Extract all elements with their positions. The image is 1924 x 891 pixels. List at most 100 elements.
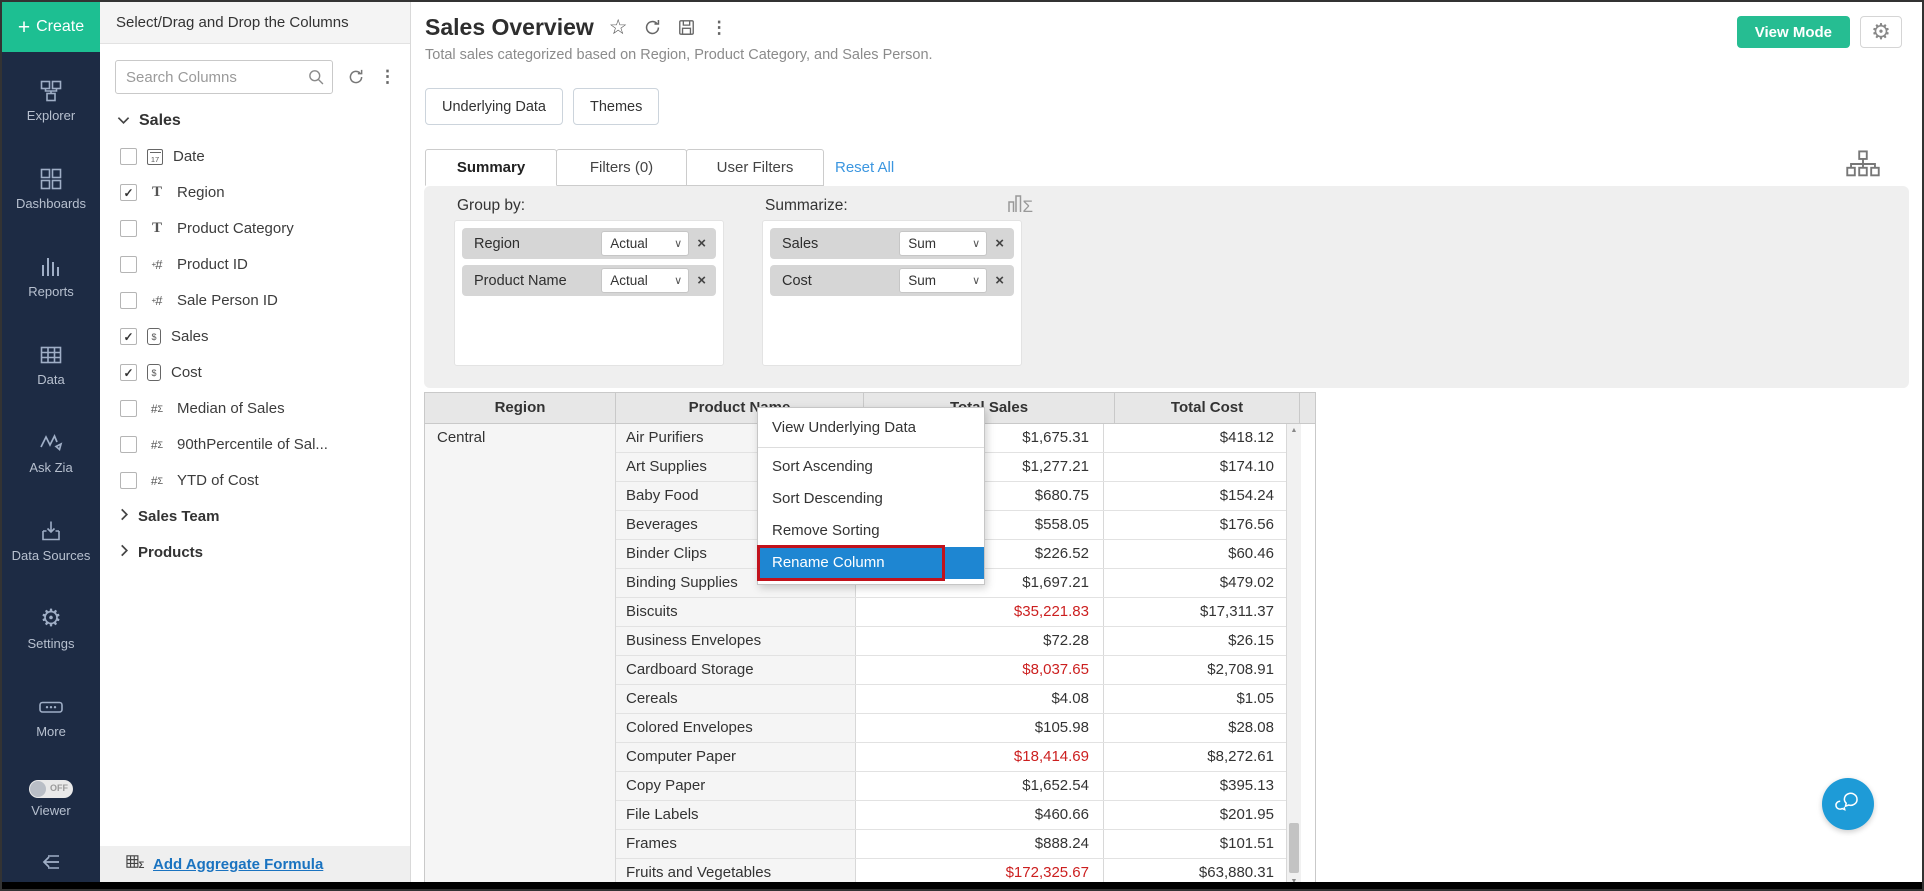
total-sales-cell[interactable]: $105.98 [856, 714, 1104, 742]
total-cost-cell[interactable]: $176.56 [1104, 511, 1286, 539]
total-cost-cell[interactable]: $154.24 [1104, 482, 1286, 510]
chat-support-button[interactable] [1822, 778, 1874, 830]
table-group-sales[interactable]: Sales [117, 112, 410, 130]
table-row[interactable]: Cereals$4.08$1.05 [616, 685, 1286, 714]
checkbox-unchecked[interactable] [120, 472, 137, 489]
total-cost-cell[interactable]: $479.02 [1104, 569, 1286, 597]
themes-button[interactable]: Themes [573, 88, 659, 125]
tab-summary[interactable]: Summary [425, 149, 557, 186]
checkbox-checked[interactable]: ✓ [120, 328, 137, 345]
tab-filters-0[interactable]: Filters (0) [556, 149, 687, 186]
column-item-90thpercentile-of-sal[interactable]: #Σ90thPercentile of Sal... [120, 433, 410, 456]
total-cost-cell[interactable]: $8,272.61 [1104, 743, 1286, 771]
total-cost-cell[interactable]: $174.10 [1104, 453, 1286, 481]
product-name-cell[interactable]: File Labels [616, 801, 856, 829]
menu-item-view-underlying-data[interactable]: View Underlying Data [758, 412, 984, 444]
column-item-sales[interactable]: ✓$Sales [120, 325, 410, 348]
group-by-chip-product-name[interactable]: Product NameActual∨× [462, 265, 716, 296]
checkbox-unchecked[interactable] [120, 220, 137, 237]
column-group-sales-team[interactable]: Sales Team [120, 505, 410, 528]
checkbox-checked[interactable]: ✓ [120, 184, 137, 201]
group-by-chip-region[interactable]: RegionActual∨× [462, 228, 716, 259]
favorite-star-icon[interactable]: ☆ [609, 15, 628, 40]
column-item-product-id[interactable]: +#Product ID [120, 253, 410, 276]
column-item-region[interactable]: ✓TRegion [120, 181, 410, 204]
product-name-cell[interactable]: Copy Paper [616, 772, 856, 800]
viewer-toggle[interactable]: OFF [29, 780, 73, 798]
column-item-cost[interactable]: ✓$Cost [120, 361, 410, 384]
product-name-cell[interactable]: Colored Envelopes [616, 714, 856, 742]
total-sales-cell[interactable]: $1,652.54 [856, 772, 1104, 800]
chip-mode-select[interactable]: Actual∨ [601, 231, 689, 256]
summarize-sigma-icon[interactable]: Σ [1007, 192, 1035, 219]
view-mode-button[interactable]: View Mode [1737, 16, 1850, 48]
chip-remove-icon[interactable]: × [695, 235, 708, 252]
summarize-chip-cost[interactable]: CostSum∨× [770, 265, 1014, 296]
column-item-date[interactable]: 17Date [120, 145, 410, 168]
table-row[interactable]: Copy Paper$1,652.54$395.13 [616, 772, 1286, 801]
menu-item-sort-ascending[interactable]: Sort Ascending [758, 451, 984, 483]
sidebar-item-ask-zia[interactable]: Ask Zia [3, 430, 99, 476]
product-name-cell[interactable]: Cereals [616, 685, 856, 713]
checkbox-checked[interactable]: ✓ [120, 364, 137, 381]
checkbox-unchecked[interactable] [120, 292, 137, 309]
column-group-products[interactable]: Products [120, 541, 410, 564]
vertical-scrollbar[interactable]: ▲ ▼ [1286, 424, 1301, 888]
checkbox-unchecked[interactable] [120, 436, 137, 453]
sidebar-item-dashboards[interactable]: Dashboards [3, 166, 99, 212]
region-group-cell[interactable]: Central [425, 424, 616, 888]
table-row[interactable]: Computer Paper$18,414.69$8,272.61 [616, 743, 1286, 772]
total-cost-cell[interactable]: $26.15 [1104, 627, 1286, 655]
search-input[interactable] [115, 60, 333, 94]
product-name-cell[interactable]: Business Envelopes [616, 627, 856, 655]
chip-mode-select[interactable]: Actual∨ [601, 268, 689, 293]
summarize-chip-sales[interactable]: SalesSum∨× [770, 228, 1014, 259]
checkbox-unchecked[interactable] [120, 256, 137, 273]
total-sales-cell[interactable]: $72.28 [856, 627, 1104, 655]
table-row[interactable]: Frames$888.24$101.51 [616, 830, 1286, 859]
sidebar-item-reports[interactable]: Reports [3, 254, 99, 300]
total-cost-cell[interactable]: $60.46 [1104, 540, 1286, 568]
refresh-columns-button[interactable] [347, 68, 365, 86]
reset-all-link[interactable]: Reset All [835, 149, 894, 186]
total-sales-cell[interactable]: $888.24 [856, 830, 1104, 858]
tab-user-filters[interactable]: User Filters [686, 149, 824, 186]
table-row[interactable]: Biscuits$35,221.83$17,311.37 [616, 598, 1286, 627]
total-sales-cell[interactable]: $460.66 [856, 801, 1104, 829]
refresh-report-icon[interactable] [643, 18, 662, 37]
checkbox-unchecked[interactable] [120, 148, 137, 165]
product-name-cell[interactable]: Computer Paper [616, 743, 856, 771]
save-icon[interactable] [677, 18, 696, 37]
sidebar-item-explorer[interactable]: Explorer [3, 78, 99, 124]
chart-hierarchy-icon[interactable] [1846, 150, 1880, 183]
table-row[interactable]: Business Envelopes$72.28$26.15 [616, 627, 1286, 656]
scroll-up-icon[interactable]: ▲ [1287, 427, 1301, 434]
total-sales-cell[interactable]: $8,037.65 [856, 656, 1104, 684]
chip-remove-icon[interactable]: × [695, 272, 708, 289]
table-row[interactable]: Cardboard Storage$8,037.65$2,708.91 [616, 656, 1286, 685]
sidebar-item-data-sources[interactable]: Data Sources [3, 518, 99, 564]
total-cost-cell[interactable]: $201.95 [1104, 801, 1286, 829]
create-button[interactable]: + Create [2, 2, 100, 52]
product-name-cell[interactable]: Biscuits [616, 598, 856, 626]
total-cost-cell[interactable]: $1.05 [1104, 685, 1286, 713]
column-header-region[interactable]: Region [425, 393, 616, 423]
product-name-cell[interactable]: Cardboard Storage [616, 656, 856, 684]
sidebar-item-data[interactable]: Data [3, 342, 99, 388]
chip-remove-icon[interactable]: × [993, 272, 1006, 289]
total-sales-cell[interactable]: $18,414.69 [856, 743, 1104, 771]
table-row[interactable]: Colored Envelopes$105.98$28.08 [616, 714, 1286, 743]
total-cost-cell[interactable]: $28.08 [1104, 714, 1286, 742]
chip-mode-select[interactable]: Sum∨ [899, 268, 987, 293]
columns-more-options-icon[interactable]: ⋮ [379, 67, 396, 87]
column-item-median-of-sales[interactable]: #ΣMedian of Sales [120, 397, 410, 420]
total-cost-cell[interactable]: $395.13 [1104, 772, 1286, 800]
product-name-cell[interactable]: Frames [616, 830, 856, 858]
checkbox-unchecked[interactable] [120, 400, 137, 417]
menu-item-remove-sorting[interactable]: Remove Sorting [758, 515, 984, 547]
report-settings-button[interactable]: ⚙ [1860, 16, 1902, 48]
scrollbar-thumb[interactable] [1289, 823, 1299, 873]
column-item-product-category[interactable]: TProduct Category [120, 217, 410, 240]
column-header-total-cost[interactable]: Total Cost [1115, 393, 1300, 423]
total-sales-cell[interactable]: $4.08 [856, 685, 1104, 713]
